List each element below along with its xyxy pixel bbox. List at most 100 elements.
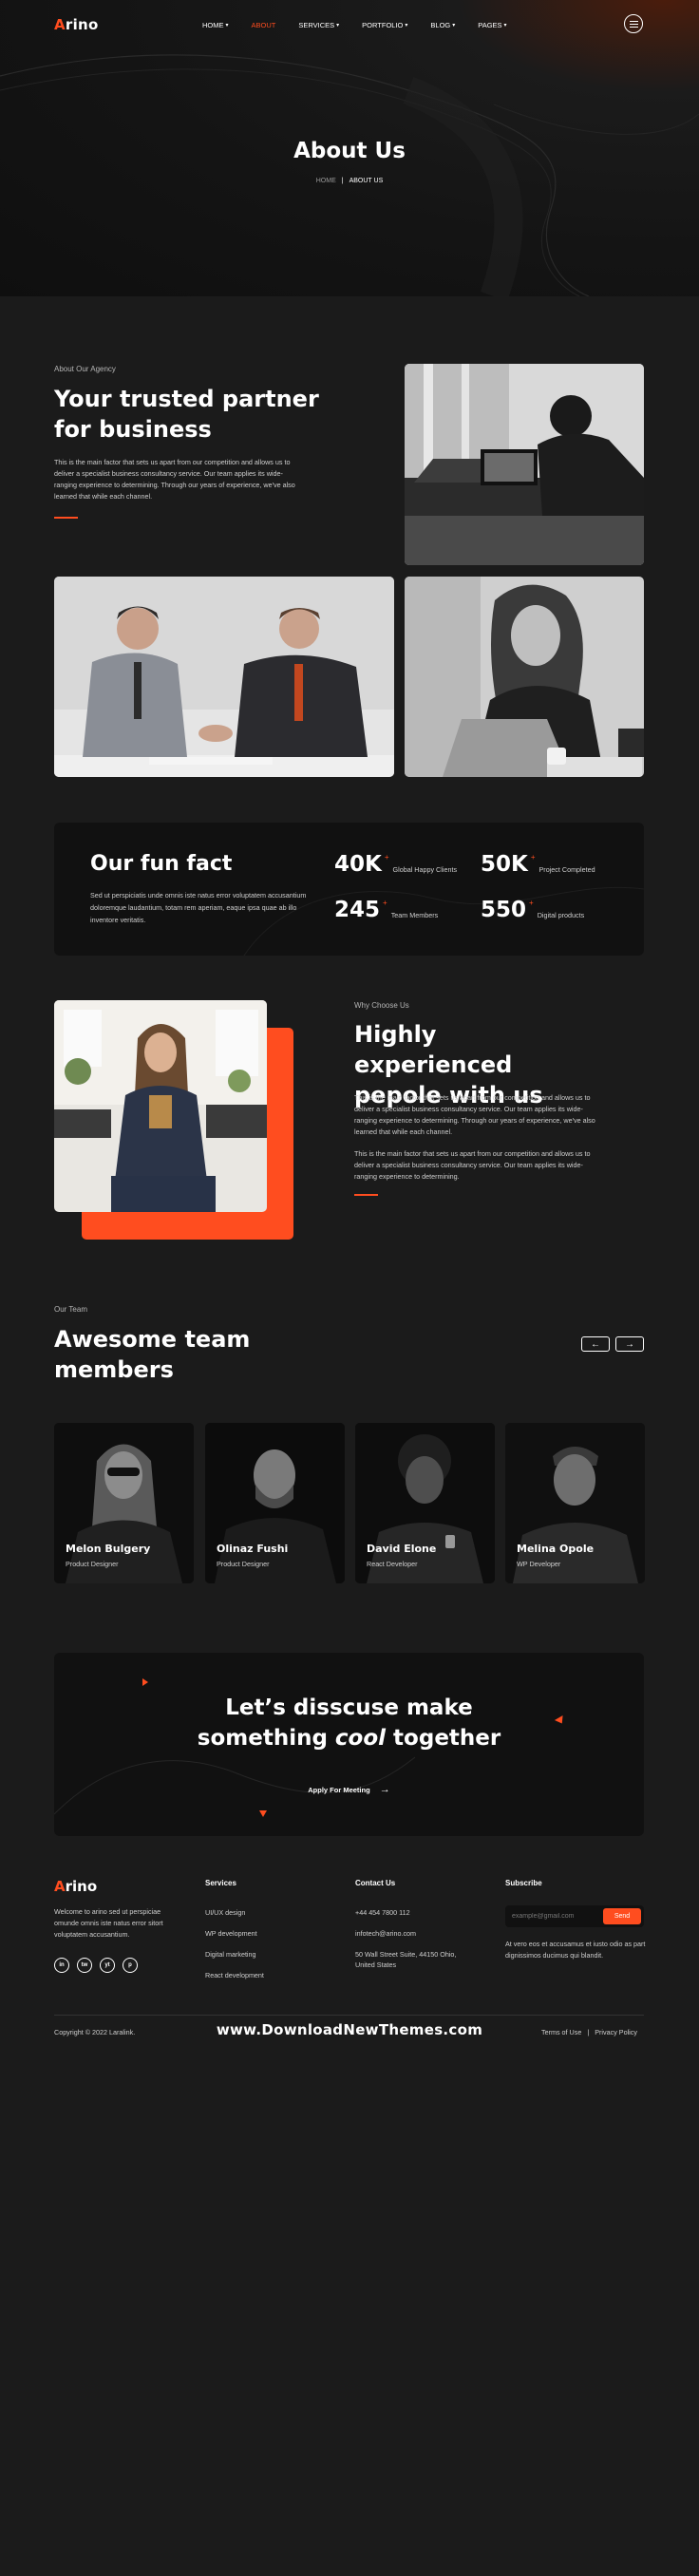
footer-heading: Contact Us	[355, 1879, 396, 1887]
member-name: Melon Bulgery	[66, 1543, 151, 1555]
section-title: Awesome team members	[54, 1326, 251, 1383]
terms-link[interactable]: Terms of Use	[541, 2028, 581, 2036]
team-member-card[interactable]: Olinaz Fushi Product Designer	[205, 1423, 345, 1583]
social-glyph: in	[59, 1962, 65, 1968]
stat-value: 550	[481, 898, 527, 922]
social-glyph: p	[128, 1962, 132, 1968]
chevron-down-icon: ▾	[503, 23, 507, 28]
prev-arrow-button[interactable]: ←	[581, 1336, 610, 1352]
hero-section: Arino HOME ▾ ABOUT SERVICES ▾ PORTFOLIO ▾ B…	[0, 0, 699, 296]
nav-item-about[interactable]: ABOUT	[252, 21, 276, 29]
stat-plus: +	[529, 899, 534, 907]
stat-item: 245 + Team Members	[334, 898, 438, 922]
send-button[interactable]: Send	[603, 1908, 641, 1924]
member-name: Olinaz Fushi	[217, 1543, 289, 1555]
team-member-card[interactable]: David Elone React Developer	[355, 1423, 495, 1583]
legal-links: Terms of Use | Privacy Policy	[541, 2028, 637, 2036]
fact-text: Sed ut perspiciatis unde omnis iste natu…	[90, 891, 307, 924]
footer-link[interactable]: WP development	[205, 1928, 257, 1939]
linkedin-icon[interactable]: in	[54, 1958, 69, 1973]
privacy-link[interactable]: Privacy Policy	[595, 2028, 637, 2036]
chevron-down-icon: ▾	[336, 23, 340, 28]
nav-label: HOME	[202, 21, 224, 29]
smiling-woman-photo	[54, 1000, 267, 1212]
footer-link[interactable]: UI/UX design	[205, 1907, 245, 1918]
stat-plus: +	[530, 853, 536, 862]
stat-value: 245	[334, 898, 381, 922]
office-laptop-photo	[405, 364, 644, 565]
stat-label: Project Completed	[538, 865, 595, 874]
logo-text: rino	[65, 1878, 98, 1895]
section-text: This is the main factor that sets us apa…	[354, 1093, 595, 1136]
nav-item-portfolio[interactable]: PORTFOLIO ▾	[362, 21, 407, 29]
stat-label: Global Happy Clients	[392, 865, 458, 874]
nav-item-blog[interactable]: BLOG ▾	[430, 21, 455, 29]
chevron-down-icon: ▾	[405, 23, 408, 28]
section-label: Our Team	[54, 1305, 87, 1314]
section-text: This is the main factor that sets us apa…	[354, 1149, 591, 1181]
section-label: Why Choose Us	[354, 1001, 409, 1010]
laughing-woman-photo	[405, 577, 644, 777]
stat-value: 40K	[334, 852, 382, 877]
footer-description: Welcome to arino sed ut perspiciae omund…	[54, 1907, 163, 1939]
logo-accent-letter: A	[54, 16, 66, 33]
stat-item: 550 + Digital products	[481, 898, 584, 922]
team-member-card[interactable]: Melina Opole WP Developer	[505, 1423, 645, 1583]
twitter-icon[interactable]: tw	[77, 1958, 92, 1973]
stat-item: 40K + Global Happy Clients	[334, 852, 457, 877]
footer-logo[interactable]: Arino	[54, 1878, 97, 1895]
fact-title: Our fun fact	[90, 852, 233, 876]
handshake-photo	[54, 577, 394, 777]
hamburger-menu-icon[interactable]	[624, 14, 643, 33]
accent-divider	[54, 517, 78, 519]
button-label: Apply For Meeting	[308, 1786, 370, 1794]
legal-separator: |	[587, 2028, 590, 2036]
arrow-right-icon: →	[625, 1338, 634, 1350]
stat-plus: +	[384, 853, 389, 862]
social-glyph: yt	[104, 1962, 110, 1968]
team-member-card[interactable]: Melon Bulgery Product Designer	[54, 1423, 194, 1583]
member-role: React Developer	[367, 1560, 418, 1568]
nav-item-pages[interactable]: PAGES ▾	[478, 21, 506, 29]
cta-title: Let’s disscuse make something cool togeth…	[54, 1693, 644, 1753]
contact-email[interactable]: infotech@arino.com	[355, 1928, 416, 1939]
nav-label: PAGES	[478, 21, 502, 29]
page-title: About Us	[293, 139, 406, 163]
nav-menu: HOME ▾ ABOUT SERVICES ▾ PORTFOLIO ▾ BLOG ▾ P…	[202, 21, 530, 29]
contact-address: 50 Wall Street Suite, 44150 Ohio, United…	[355, 1950, 457, 1969]
chevron-down-icon: ▾	[452, 23, 456, 28]
breadcrumb-home[interactable]: HOME	[316, 178, 336, 184]
triangle-decoration-icon	[259, 1810, 267, 1817]
next-arrow-button[interactable]: →	[615, 1336, 644, 1352]
nav-item-services[interactable]: SERVICES ▾	[298, 21, 339, 29]
arrow-right-icon: →	[379, 1784, 390, 1795]
stat-value: 50K	[481, 852, 528, 877]
member-role: WP Developer	[517, 1560, 561, 1568]
contact-phone[interactable]: +44 454 7800 112	[355, 1907, 410, 1918]
cta-section: Let’s disscuse make something cool togeth…	[54, 1653, 644, 1836]
youtube-icon[interactable]: yt	[100, 1958, 115, 1973]
about-section: About Our Agency Your trusted partner fo…	[0, 296, 699, 824]
footer-link[interactable]: Digital marketing	[205, 1949, 256, 1960]
nav-label: BLOG	[430, 21, 451, 29]
subscribe-form: Send	[505, 1905, 644, 1927]
arrow-left-icon: ←	[591, 1338, 600, 1350]
subscribe-text: At vero eos et accusamus et iusto odio a…	[505, 1940, 646, 1960]
stat-plus: +	[383, 899, 387, 907]
footer-link[interactable]: React development	[205, 1970, 264, 1980]
member-role: Product Designer	[217, 1560, 270, 1568]
stat-label: Team Members	[390, 911, 439, 919]
breadcrumb-separator: |	[341, 178, 344, 184]
cta-emphasis: cool	[334, 1726, 387, 1751]
pinterest-icon[interactable]: p	[123, 1958, 138, 1973]
chevron-down-icon: ▾	[225, 23, 229, 28]
apply-meeting-button[interactable]: Apply For Meeting →	[54, 1784, 644, 1795]
member-name: Melina Opole	[517, 1543, 595, 1555]
nav-item-home[interactable]: HOME ▾	[202, 21, 229, 29]
email-field[interactable]	[505, 1905, 600, 1927]
site-logo[interactable]: Arino	[54, 16, 99, 33]
fun-fact-section: Our fun fact Sed ut perspiciatis unde om…	[54, 823, 644, 956]
member-role: Product Designer	[66, 1560, 119, 1568]
cta-line: something	[197, 1726, 335, 1751]
nav-label: SERVICES	[298, 21, 335, 29]
